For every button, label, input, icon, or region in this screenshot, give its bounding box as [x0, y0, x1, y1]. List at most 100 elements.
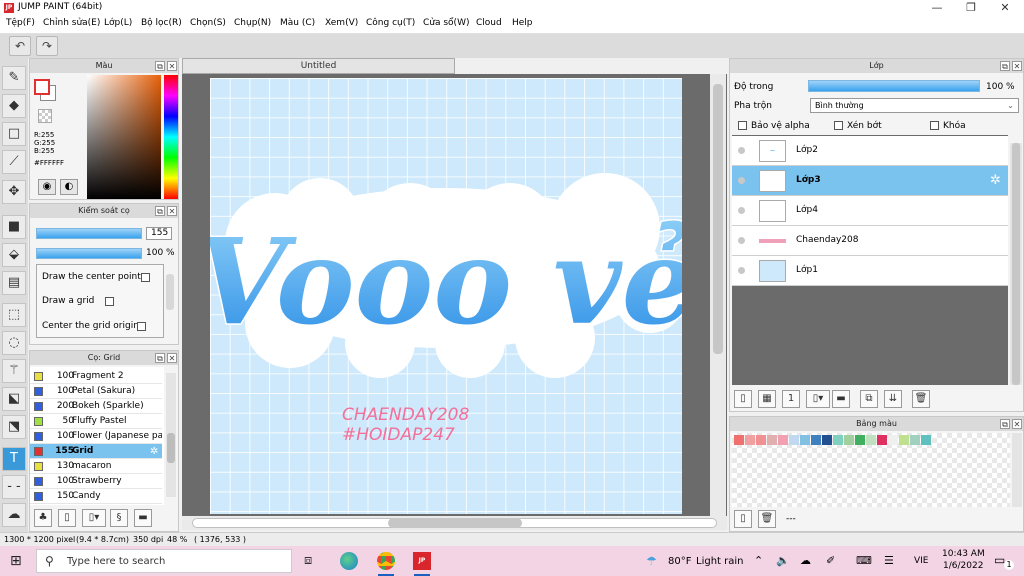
close-panel-icon[interactable]: ✕ [1012, 61, 1022, 71]
restore-button[interactable]: ❐ [956, 0, 986, 16]
document-tab[interactable]: Untitled [182, 58, 455, 74]
palette-swatch[interactable] [910, 435, 920, 445]
pen-tool[interactable]: ✎ [2, 66, 26, 90]
brush-size-input[interactable]: 155 [146, 227, 172, 240]
layer-row-selected[interactable]: Lớp3 ✲ [732, 166, 1008, 196]
menu-layer[interactable]: Lớp(L) [104, 18, 132, 28]
float-icon[interactable]: ⧉ [1000, 61, 1010, 71]
menu-cloud[interactable]: Cloud [476, 18, 502, 28]
menu-select[interactable]: Chọn(S) [190, 18, 226, 28]
close-panel-icon[interactable]: ✕ [167, 61, 177, 71]
menu-tools[interactable]: Công cụ(T) [366, 18, 415, 28]
option-draw-center-checkbox[interactable] [141, 273, 150, 282]
palette-swatch[interactable] [789, 435, 799, 445]
brush-folder-button[interactable]: ▬ [134, 509, 152, 527]
palette-scrollbar[interactable] [1012, 433, 1022, 507]
keyboard-icon[interactable]: ⌨ [856, 554, 872, 567]
palette-swatch[interactable] [921, 435, 931, 445]
language-indicator[interactable]: VIE [914, 556, 929, 566]
select-rect-tool[interactable]: □ [2, 122, 26, 146]
scroll-thumb[interactable] [167, 433, 175, 463]
marquee-tool[interactable]: ⬚ [2, 303, 26, 327]
menu-window[interactable]: Cửa sổ(W) [423, 18, 469, 28]
palette-swatch[interactable] [734, 435, 744, 445]
layer-opacity-slider[interactable] [808, 80, 980, 92]
hue-slider[interactable] [164, 75, 178, 199]
duplicate-layer-button[interactable]: ⧉ [860, 390, 878, 408]
menu-color[interactable]: Màu (C) [280, 18, 315, 28]
weather-text[interactable]: Light rain [696, 556, 744, 567]
palette-new-button[interactable]: ▯ [734, 510, 752, 528]
palette-swatch[interactable] [844, 435, 854, 445]
palette-swatch[interactable] [811, 435, 821, 445]
brush-item[interactable]: 100 Petal (Sakura) [30, 384, 162, 399]
palette-swatch[interactable] [756, 435, 766, 445]
vertical-scroll-thumb[interactable] [713, 84, 723, 354]
task-view-icon[interactable]: ⧈ [304, 553, 312, 568]
palette-swatch[interactable] [800, 435, 810, 445]
menu-view[interactable]: Xem(V) [325, 18, 358, 28]
visibility-dot-icon[interactable] [738, 147, 745, 154]
float-icon[interactable]: ⧉ [155, 353, 165, 363]
clipping-checkbox[interactable] [834, 121, 843, 130]
brush-item[interactable]: 100 Flower (Japanese patt [30, 429, 162, 444]
palette-swatch[interactable] [899, 435, 909, 445]
palette-swatch[interactable] [888, 435, 898, 445]
menu-capture[interactable]: Chụp(N) [234, 18, 271, 28]
magic-pen-tool[interactable]: ⟋ [2, 150, 26, 174]
brush-item[interactable]: 100 Strawberry [30, 474, 162, 489]
merge-layer-button[interactable]: ⇊ [884, 390, 902, 408]
close-panel-icon[interactable]: ✕ [167, 206, 177, 216]
transparent-swatch[interactable] [38, 109, 52, 123]
weather-temp[interactable]: 80°F [668, 556, 691, 567]
fill-rect-tool[interactable]: ■ [2, 215, 26, 239]
new-layer-button[interactable]: ▯ [734, 390, 752, 408]
layer-list-scrollbar[interactable] [1010, 143, 1022, 385]
clock-time[interactable]: 10:43 AM [942, 549, 985, 559]
speaker-icon[interactable]: 🔈 [776, 554, 790, 567]
brush-opacity-slider[interactable] [36, 248, 142, 259]
menu-edit[interactable]: Chỉnh sửa(E) [43, 18, 100, 28]
pen-workspace-icon[interactable]: ✐ [826, 554, 835, 567]
add-layer-menu-button[interactable]: ▯▾ [806, 390, 830, 408]
brush-settings-button[interactable]: § [110, 509, 128, 527]
foreground-color-swatch[interactable] [34, 79, 50, 95]
touch-keyboard-icon[interactable]: ☰ [884, 554, 894, 567]
jump-paint-taskbar-icon[interactable]: JP [413, 552, 431, 570]
brush-menu-button[interactable]: ▯▾ [82, 509, 106, 527]
visibility-dot-icon[interactable] [738, 237, 745, 244]
blend-mode-select[interactable]: Bình thường ⌄ [810, 98, 1019, 113]
windows-start-icon[interactable]: ⊞ [10, 554, 22, 568]
lock-checkbox[interactable] [930, 121, 939, 130]
settings-gear-icon[interactable]: ✲ [150, 444, 158, 458]
float-icon[interactable]: ⧉ [1000, 419, 1010, 429]
cloud-tool[interactable]: ☁ [2, 503, 26, 527]
palette-picker-button[interactable]: ◉ [38, 179, 56, 195]
menu-filter[interactable]: Bộ lọc(R) [141, 18, 182, 28]
options-scrollbar[interactable] [166, 274, 174, 310]
eyedropper-button[interactable]: ◐ [60, 179, 78, 195]
option-grid-origin-checkbox[interactable] [137, 322, 146, 331]
lasso-tool[interactable]: ◌ [2, 331, 26, 355]
layer-row[interactable]: ~ Lớp2 [732, 136, 1008, 166]
palette-swatch[interactable] [745, 435, 755, 445]
delete-layer-button[interactable]: 🗑 [912, 390, 930, 408]
menu-help[interactable]: Help [512, 18, 533, 28]
palette-swatch[interactable] [877, 435, 887, 445]
brush-item[interactable]: 130 macaron [30, 459, 162, 474]
brush-item[interactable]: 100 Fragment 2 [30, 369, 162, 384]
palette-delete-button[interactable]: 🗑 [758, 510, 776, 528]
menu-file[interactable]: Tệp(F) [6, 18, 35, 28]
new-1bit-layer-button[interactable]: 1 [782, 390, 800, 408]
option-draw-grid-checkbox[interactable] [105, 297, 114, 306]
palette-swatch[interactable] [855, 435, 865, 445]
brush-item[interactable]: 200 Bokeh (Sparkle) [30, 399, 162, 414]
float-icon[interactable]: ⧉ [155, 61, 165, 71]
canvas-vertical-scrollbar[interactable] [710, 74, 726, 516]
visibility-dot-icon[interactable] [738, 267, 745, 274]
close-button[interactable]: ✕ [990, 0, 1020, 16]
selection-pen-tool[interactable]: ⬕ [2, 387, 26, 411]
gradient-tool[interactable]: ▤ [2, 271, 26, 295]
layer-row[interactable]: Lớp4 [732, 196, 1008, 226]
layer-row[interactable]: Lớp1 [732, 256, 1008, 286]
